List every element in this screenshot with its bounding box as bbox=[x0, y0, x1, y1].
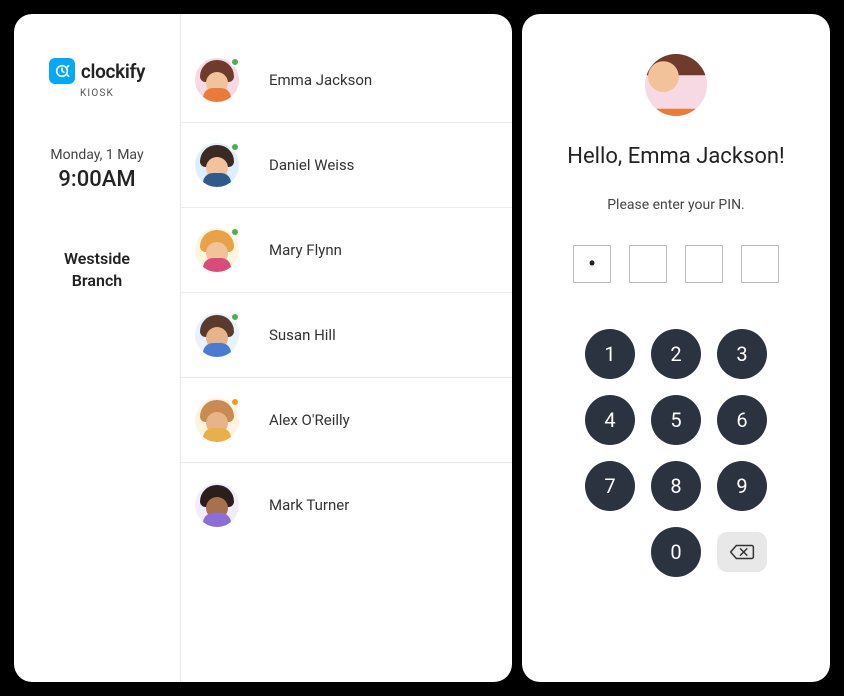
status-dot bbox=[230, 227, 240, 237]
person-name: Mark Turner bbox=[269, 496, 349, 514]
pin-digit-box bbox=[629, 245, 667, 283]
keypad-spacer bbox=[585, 527, 635, 577]
branch-name: WestsideBranch bbox=[64, 248, 130, 291]
avatar bbox=[195, 398, 239, 442]
brand-name: clockify bbox=[81, 60, 145, 83]
date-text: Monday, 1 May bbox=[50, 147, 143, 163]
person-row[interactable]: Mark Turner bbox=[181, 463, 512, 547]
pin-digit-box bbox=[573, 245, 611, 283]
keypad-key-4[interactable]: 4 bbox=[585, 395, 635, 445]
pin-digit-box bbox=[685, 245, 723, 283]
people-list: Emma Jackson Daniel Weiss Mary Flynn Sus… bbox=[181, 14, 512, 682]
pin-input-row bbox=[573, 245, 779, 283]
greeting-text: Hello, Emma Jackson! bbox=[567, 144, 784, 169]
status-dot bbox=[230, 312, 240, 322]
keypad-key-7[interactable]: 7 bbox=[585, 461, 635, 511]
status-dot bbox=[230, 397, 240, 407]
keypad-key-1[interactable]: 1 bbox=[585, 329, 635, 379]
keypad: 123 456 7890 bbox=[585, 329, 767, 577]
avatar bbox=[195, 143, 239, 187]
kiosk-panel: clockify KIOSK Monday, 1 May 9:00AM West… bbox=[14, 14, 512, 682]
status-dot bbox=[230, 142, 240, 152]
pin-digit-box bbox=[741, 245, 779, 283]
person-row[interactable]: Alex O'Reilly bbox=[181, 378, 512, 463]
person-row[interactable]: Mary Flynn bbox=[181, 208, 512, 293]
keypad-key-8[interactable]: 8 bbox=[651, 461, 701, 511]
keypad-key-5[interactable]: 5 bbox=[651, 395, 701, 445]
person-name: Mary Flynn bbox=[269, 241, 342, 259]
keypad-key-2[interactable]: 2 bbox=[651, 329, 701, 379]
datetime-block: Monday, 1 May 9:00AM bbox=[50, 147, 143, 192]
branch-block: WestsideBranch bbox=[64, 248, 130, 291]
selected-avatar bbox=[645, 54, 707, 116]
keypad-key-0[interactable]: 0 bbox=[651, 527, 701, 577]
brand-block: clockify KIOSK bbox=[49, 58, 145, 99]
pin-prompt: Please enter your PIN. bbox=[607, 197, 745, 213]
avatar bbox=[195, 58, 239, 102]
person-row[interactable]: Emma Jackson bbox=[181, 38, 512, 123]
pin-panel: Hello, Emma Jackson! Please enter your P… bbox=[522, 14, 830, 682]
status-dot bbox=[230, 57, 240, 67]
person-name: Susan Hill bbox=[269, 326, 336, 344]
person-row[interactable]: Susan Hill bbox=[181, 293, 512, 378]
avatar bbox=[195, 228, 239, 272]
brand-subtitle: KIOSK bbox=[80, 88, 114, 99]
clockify-logo-icon bbox=[49, 58, 75, 84]
keypad-key-3[interactable]: 3 bbox=[717, 329, 767, 379]
person-row[interactable]: Daniel Weiss bbox=[181, 123, 512, 208]
person-name: Daniel Weiss bbox=[269, 156, 354, 174]
time-text: 9:00AM bbox=[50, 167, 143, 192]
keypad-key-9[interactable]: 9 bbox=[717, 461, 767, 511]
sidebar: clockify KIOSK Monday, 1 May 9:00AM West… bbox=[14, 14, 181, 682]
person-name: Emma Jackson bbox=[269, 71, 372, 89]
avatar bbox=[195, 483, 239, 527]
backspace-button[interactable] bbox=[717, 532, 767, 572]
person-name: Alex O'Reilly bbox=[269, 411, 350, 429]
avatar bbox=[195, 313, 239, 357]
keypad-key-6[interactable]: 6 bbox=[717, 395, 767, 445]
